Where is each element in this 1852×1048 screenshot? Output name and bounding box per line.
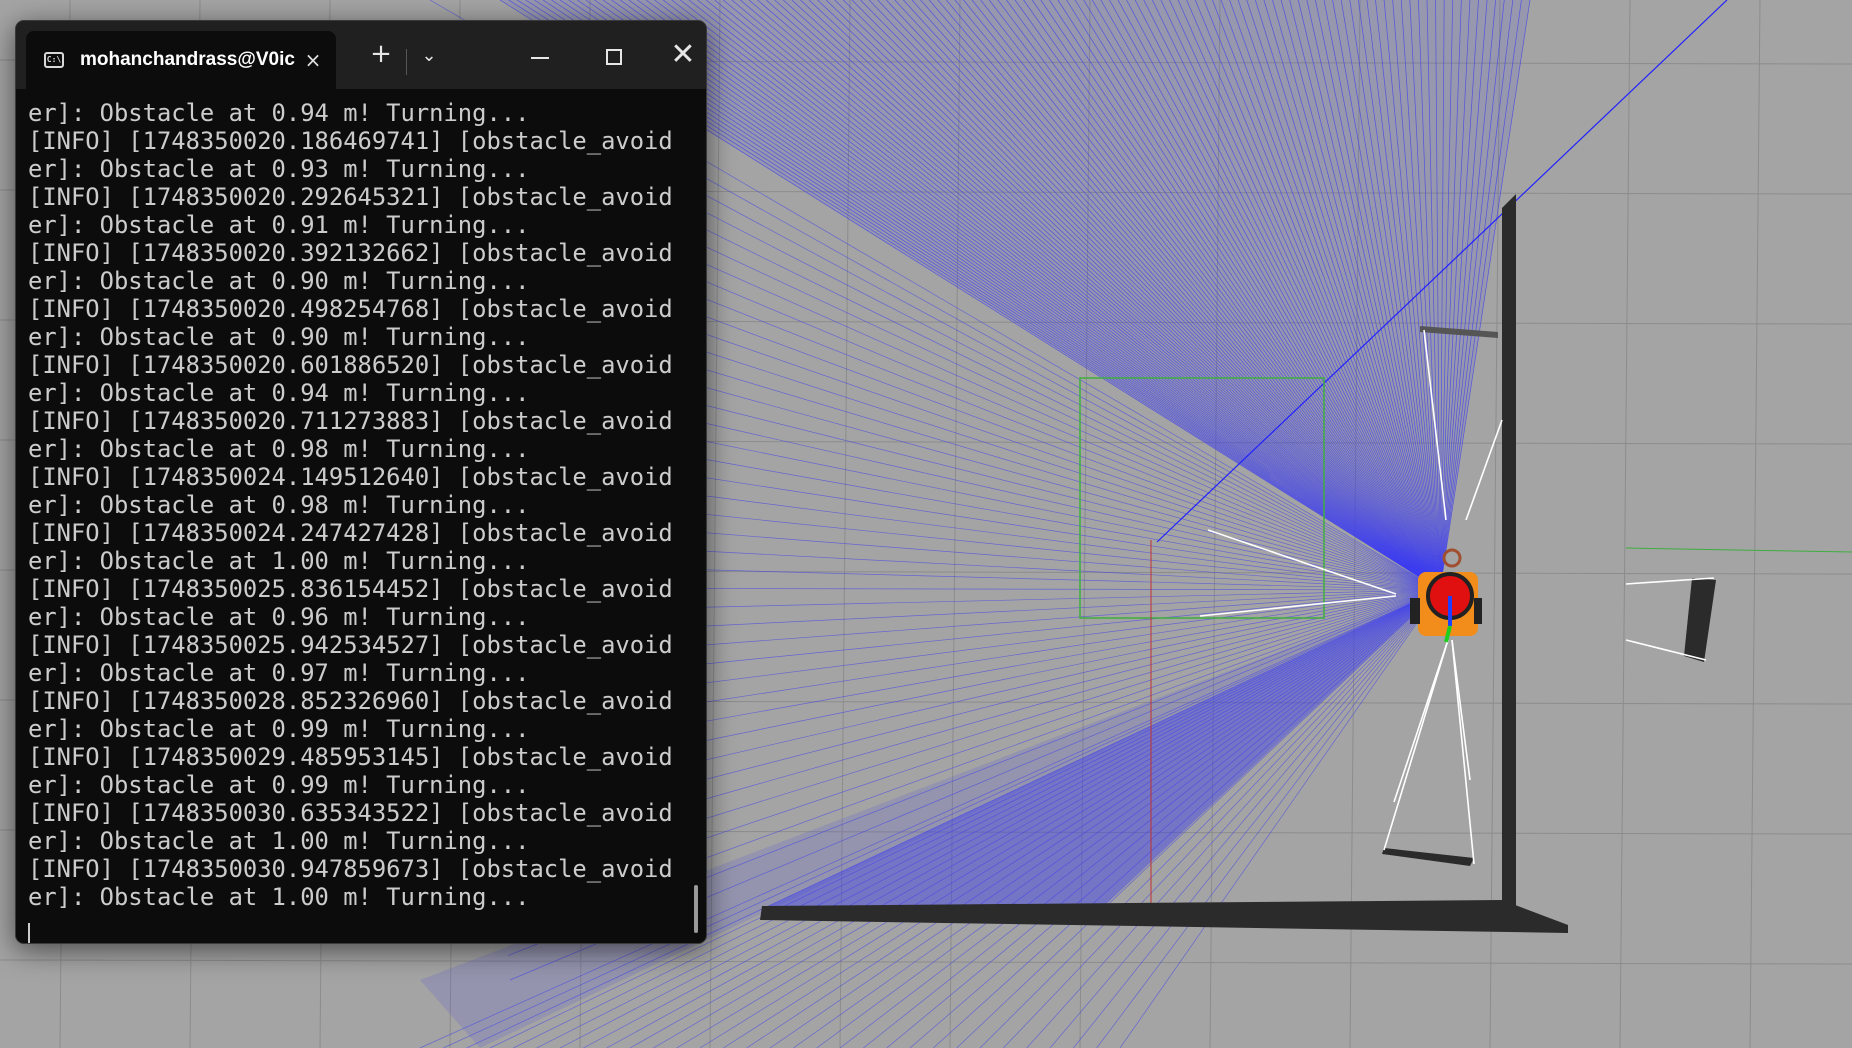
log-line: [INFO] [1748350029.485953145] [obstacle_… (28, 743, 673, 771)
terminal-output[interactable]: er]: Obstacle at 0.94 m! Turning... [INFO… (16, 89, 706, 943)
terminal-icon: C:\ (44, 52, 64, 68)
log-line: er]: Obstacle at 0.90 m! Turning... (28, 267, 530, 295)
log-line: [INFO] [1748350025.942534527] [obstacle_… (28, 631, 673, 659)
log-line: [INFO] [1748350024.149512640] [obstacle_… (28, 463, 673, 491)
maximize-button[interactable] (606, 49, 622, 65)
scrollbar-thumb[interactable] (694, 885, 698, 933)
new-tab-button[interactable]: + (366, 41, 396, 67)
log-line: er]: Obstacle at 0.94 m! Turning... (28, 99, 530, 127)
log-line: er]: Obstacle at 0.98 m! Turning... (28, 491, 530, 519)
robot-wheel-right (1474, 598, 1482, 624)
log-line: [INFO] [1748350030.947859673] [obstacle_… (28, 855, 673, 883)
log-line: er]: Obstacle at 0.96 m! Turning... (28, 603, 530, 631)
log-line: er]: Obstacle at 1.00 m! Turning... (28, 883, 530, 911)
log-line: [INFO] [1748350025.836154452] [obstacle_… (28, 575, 673, 603)
log-line: [INFO] [1748350028.852326960] [obstacle_… (28, 687, 673, 715)
log-line: [INFO] [1748350020.711273883] [obstacle_… (28, 407, 673, 435)
log-line: er]: Obstacle at 0.90 m! Turning... (28, 323, 530, 351)
chevron-down-icon[interactable]: ⌄ (414, 43, 444, 69)
log-line: [INFO] [1748350030.635343522] [obstacle_… (28, 799, 673, 827)
close-window-button[interactable]: ✕ (666, 39, 700, 71)
log-line: er]: Obstacle at 0.93 m! Turning... (28, 155, 530, 183)
log-line: er]: Obstacle at 0.91 m! Turning... (28, 211, 530, 239)
log-line: er]: Obstacle at 0.98 m! Turning... (28, 435, 530, 463)
log-line: [INFO] [1748350020.392132662] [obstacle_… (28, 239, 673, 267)
log-line: er]: Obstacle at 0.99 m! Turning... (28, 715, 530, 743)
minimize-button[interactable] (531, 57, 549, 59)
tab-title: mohanchandrass@V0ic (80, 49, 295, 70)
terminal-tab[interactable]: C:\ mohanchandrass@V0ic × (26, 31, 336, 89)
log-line: [INFO] [1748350020.292645321] [obstacle_… (28, 183, 673, 211)
log-line: er]: Obstacle at 1.00 m! Turning... (28, 547, 530, 575)
log-line: er]: Obstacle at 0.94 m! Turning... (28, 379, 530, 407)
log-line: [INFO] [1748350020.601886520] [obstacle_… (28, 351, 673, 379)
log-line: [INFO] [1748350020.186469741] [obstacle_… (28, 127, 673, 155)
terminal-titlebar[interactable]: C:\ mohanchandrass@V0ic × + ⌄ ✕ (16, 21, 706, 89)
robot-wheel-left (1410, 598, 1420, 624)
log-line: er]: Obstacle at 1.00 m! Turning... (28, 827, 530, 855)
wall-right (1502, 194, 1516, 915)
log-line: er]: Obstacle at 0.97 m! Turning... (28, 659, 530, 687)
text-cursor (28, 923, 30, 943)
log-line: er]: Obstacle at 0.99 m! Turning... (28, 771, 530, 799)
terminal-window[interactable]: C:\ mohanchandrass@V0ic × + ⌄ ✕ er]: Obs… (15, 20, 707, 944)
tab-close-icon[interactable]: × (302, 49, 324, 71)
log-line: [INFO] [1748350024.247427428] [obstacle_… (28, 519, 673, 547)
log-line: [INFO] [1748350020.498254768] [obstacle_… (28, 295, 673, 323)
titlebar-divider (406, 49, 407, 75)
